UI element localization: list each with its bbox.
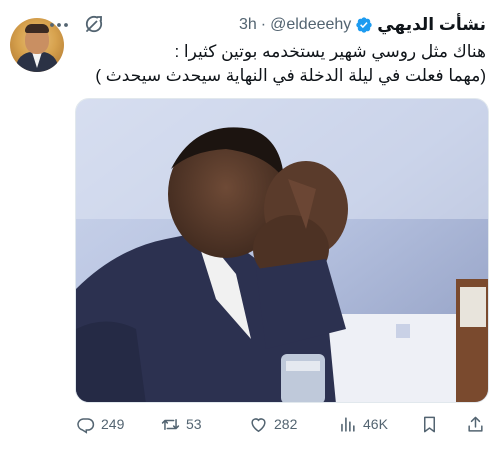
- retweet-button[interactable]: 53: [161, 415, 202, 434]
- share-icon: [468, 416, 483, 432]
- like-button[interactable]: 282: [249, 415, 297, 434]
- more-icon[interactable]: [48, 17, 70, 33]
- tweet-text-line: (مهما فعلت في ليلة الدخلة في النهاية سيح…: [95, 66, 486, 85]
- retweet-count: 53: [186, 416, 202, 432]
- bookmark-button[interactable]: [420, 415, 439, 434]
- views-button[interactable]: 46K: [338, 415, 388, 434]
- grok-icon[interactable]: [84, 14, 104, 34]
- retweet-icon: [161, 418, 180, 430]
- bookmark-icon: [423, 416, 436, 432]
- verified-icon: [356, 17, 372, 33]
- share-button[interactable]: [466, 415, 485, 434]
- action-bar: 249 53 282 46K: [76, 412, 490, 436]
- timestamp[interactable]: 3h: [239, 16, 257, 34]
- like-count: 282: [274, 416, 298, 432]
- avatar-hair: [25, 24, 49, 33]
- tweet-photo[interactable]: [75, 98, 489, 403]
- views-count: 46K: [363, 416, 388, 432]
- tweet-header: نشأت الديهي @eldeeehy · 3h: [239, 12, 486, 38]
- reply-icon: [77, 417, 95, 434]
- author-handle[interactable]: @eldeeehy: [270, 16, 351, 34]
- views-icon: [341, 416, 355, 432]
- like-icon: [251, 417, 266, 432]
- reply-count: 249: [101, 416, 125, 432]
- separator-dot: ·: [260, 16, 267, 33]
- tweet-text: هناك مثل روسي شهير يستخدمه بوتين كثيرا :…: [66, 40, 486, 88]
- photo-illustration: [76, 99, 488, 402]
- tweet-text-line: هناك مثل روسي شهير يستخدمه بوتين كثيرا :: [174, 42, 486, 61]
- display-name[interactable]: نشأت الديهي: [377, 15, 486, 35]
- tweet[interactable]: نشأت الديهي @eldeeehy · 3h هناك مثل روسي…: [0, 0, 500, 449]
- reply-button[interactable]: 249: [76, 415, 124, 434]
